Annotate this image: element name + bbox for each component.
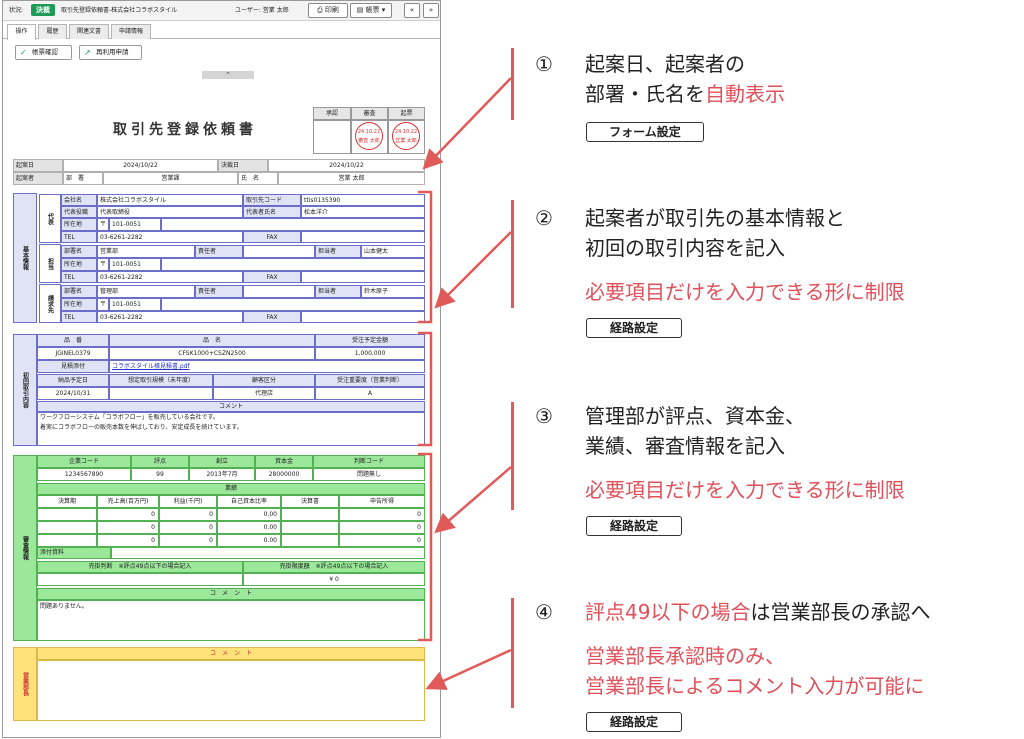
- annotation-3-line-2: 業績、審査情報を記入: [585, 434, 785, 458]
- annotation-1-line-2: 部署・氏名を自動表示: [585, 82, 785, 106]
- route-settings-button-3[interactable]: 経路設定: [586, 712, 682, 732]
- route-settings-button-2[interactable]: 経路設定: [586, 516, 682, 536]
- annotation-3-rule: [511, 402, 514, 510]
- annotation-4-highlight-2: 営業部長によるコメント入力が可能に: [585, 674, 925, 698]
- annotation-2-highlight: 必要項目だけを入力できる形に制限: [585, 280, 905, 304]
- annotation-1-line-1: 起案日、起案者の: [585, 52, 745, 76]
- arrow-4: [425, 648, 512, 690]
- annotation-4-highlight-1: 営業部長承認時のみ、: [585, 644, 785, 668]
- annotation-4-rule: [511, 598, 514, 708]
- annotation-4-number: ④: [535, 600, 553, 624]
- bracket-review: [418, 452, 433, 642]
- annotation-2-line-2: 初回の取引内容を記入: [585, 236, 785, 260]
- annotation-2-line-1: 起案者が取引先の基本情報と: [585, 206, 845, 230]
- annotation-3-number: ③: [535, 404, 553, 428]
- arrow-2: [434, 231, 512, 309]
- arrow-3: [434, 466, 512, 534]
- annotation-1-number: ①: [535, 52, 553, 76]
- annotation-2-rule: [511, 200, 514, 308]
- bracket-basic: [418, 190, 433, 324]
- annotation-3-line-1: 管理部が評点、資本金、: [585, 404, 805, 428]
- annotation-4-line-1: 評点49以下の場合は営業部長の承認へ: [585, 600, 931, 624]
- arrow-1: [422, 77, 512, 170]
- route-settings-button-1[interactable]: 経路設定: [586, 318, 682, 338]
- annotation-1-rule: [511, 48, 514, 120]
- annotation-3-highlight: 必要項目だけを入力できる形に制限: [585, 478, 905, 502]
- bracket-initial: [418, 331, 433, 447]
- form-settings-button[interactable]: フォーム設定: [586, 122, 704, 142]
- annotation-2-number: ②: [535, 206, 553, 230]
